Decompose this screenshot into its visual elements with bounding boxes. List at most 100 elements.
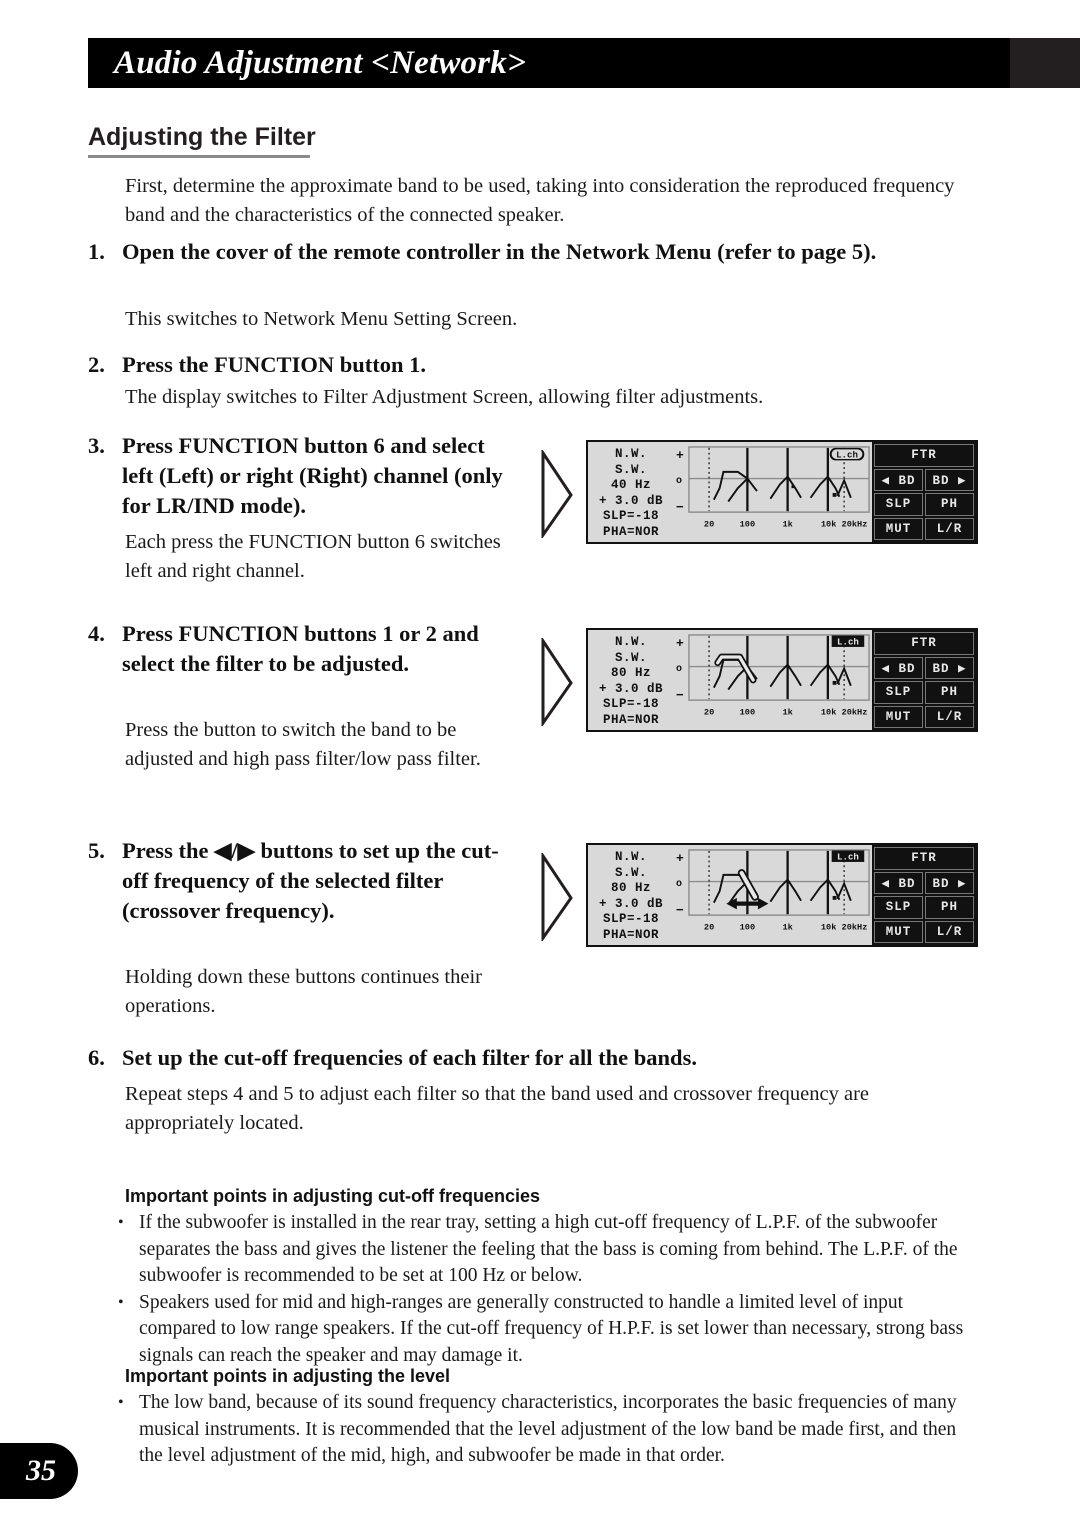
lcd-screen-3: N.W. S.W. 80 Hz + 3.0 dB SLP=-18 PHA=NOR… [586,843,978,947]
lcd-3-axis-minus: − [676,903,684,918]
lcd-3-tick-0: 20 [704,922,714,932]
lcd-2-status-labels: N.W. S.W. 80 Hz + 3.0 dB SLP=-18 PHA=NOR [588,630,674,730]
lcd-2-button-slp[interactable]: SLP [874,681,923,704]
step-2-title: Press the FUNCTION button 1. [122,352,426,377]
lcd-1-tick-3: 10k 20kHz [821,519,867,529]
lcd-2-button-ph[interactable]: PH [925,681,974,704]
intro-paragraph: First, determine the approximate band to… [125,175,955,226]
lcd-2-tick-0: 20 [704,707,714,717]
lcd-1-button-ph[interactable]: PH [925,493,974,516]
svg-text:L.ch: L.ch [837,637,859,648]
notes-bullets-cutoff: • If the subwoofer is installed in the r… [118,1210,978,1369]
lcd-screen-2: N.W. S.W. 80 Hz + 3.0 dB SLP=-18 PHA=NOR… [586,628,978,732]
lcd-1-button-ftr[interactable]: FTR [874,444,974,467]
lcd-2-axis-zero: o [676,664,683,675]
step-1-body: This switches to Network Menu Setting Sc… [125,308,518,330]
lcd-3-graph-area: + o − 20 100 1k 10k 20kHz L.ch [674,845,872,945]
step-2: 2. Press the FUNCTION button 1. [88,350,978,380]
lcd-2-button-bd-left[interactable]: ◀ BD [874,656,923,679]
step-4-number: 4. [88,621,105,646]
lcd-3-channel-badge: L.ch [831,850,865,863]
lcd-1-tick-2: 1k [782,519,792,529]
lcd-1-tick-1: 100 [740,519,755,529]
pointer-triangle-icon [541,638,573,726]
lcd-3-label-3: + 3.0 dB [598,896,663,911]
lcd-2-tick-1: 100 [740,707,755,717]
step-6-number: 6. [88,1045,105,1070]
lcd-2-graph-svg: 20 100 1k 10k 20kHz L.ch [688,634,870,718]
lcd-2-button-bd-right[interactable]: BD ▶ [925,656,974,679]
figure-filter-screen-3: N.W. S.W. 80 Hz + 3.0 dB SLP=-18 PHA=NOR… [540,843,978,947]
lcd-1-button-mut[interactable]: MUT [874,517,923,540]
lcd-3-tick-3: 10k 20kHz [821,922,867,932]
bullet-dot-icon: • [118,1214,124,1231]
lcd-2-channel-badge: L.ch [831,635,865,648]
lcd-3-button-bd-left[interactable]: ◀ BD [874,871,923,894]
list-item: • Speakers used for mid and high-ranges … [118,1290,978,1370]
lcd-1-buttons: FTR ◀ BD BD ▶ SLP PH MUT L/R [872,442,976,542]
pointer-triangle-icon [541,450,573,538]
pointer-triangle-icon [541,853,573,941]
lcd-screen-1: N.W. S.W. 40 Hz + 3.0 dB SLP=-18 PHA=NOR… [586,440,978,544]
lcd-3-axis-plus: + [676,851,684,866]
lcd-3-button-bd-right[interactable]: BD ▶ [925,871,974,894]
lcd-2-axis-minus: − [676,688,684,703]
lcd-2-label-1: S.W. [614,650,647,665]
lcd-1-button-bd-right[interactable]: BD ▶ [925,468,974,491]
lcd-3-axis-marks: + o − [674,845,688,945]
page-header-bar: Audio Adjustment <Network> [88,38,1080,88]
lcd-2-axis-marks: + o − [674,630,688,730]
lcd-1-axis-plus: + [676,448,684,463]
step-3-number: 3. [88,433,105,458]
lcd-1-tick-0: 20 [704,519,714,529]
lcd-2-button-ftr[interactable]: FTR [874,632,974,655]
step-3: 3. Press FUNCTION button 6 and select le… [88,431,518,521]
lcd-3-tick-1: 100 [740,922,755,932]
list-item: • The low band, because of its sound fre… [118,1390,978,1470]
lcd-1-graph: 20 100 1k 10k 20kHz L.ch [688,446,870,538]
lcd-1-axis-marks: + o − [674,442,688,542]
lcd-3-label-0: N.W. [614,850,647,864]
lcd-2-button-mut[interactable]: MUT [874,705,923,728]
step-5-title: Press the ◀/▶ buttons to set up the cut-… [122,838,499,923]
lcd-1-label-5: PHA=NOR [602,524,659,539]
lcd-3-tick-2: 1k [782,922,792,932]
svg-text:L.ch: L.ch [837,852,859,863]
page-number: 35 [26,1454,56,1487]
lcd-1-button-bd-left[interactable]: ◀ BD [874,468,923,491]
step-5: 5. Press the ◀/▶ buttons to set up the c… [88,836,518,926]
lcd-3-graph: 20 100 1k 10k 20kHz L.ch [688,849,870,941]
lcd-1-graph-area: + o − 20 100 1k 10k 20kHz L.ch [674,442,872,542]
section-heading: Adjusting the Filter [88,123,316,151]
lcd-1-label-3: + 3.0 dB [598,493,663,508]
lcd-1-button-slp[interactable]: SLP [874,493,923,516]
svg-text:L.ch: L.ch [836,449,858,460]
lcd-3-label-2: 80 Hz [610,881,651,895]
list-item: • If the subwoofer is installed in the r… [118,1210,978,1290]
step-5-body: Holding down these buttons continues the… [125,966,482,1017]
lcd-3-button-slp[interactable]: SLP [874,896,923,919]
lcd-3-label-5: PHA=NOR [602,927,659,942]
lcd-3-button-lr[interactable]: L/R [925,920,974,943]
step-1-title: Open the cover of the remote controller … [122,239,877,264]
section-heading-rule [88,155,310,158]
lcd-2-buttons: FTR ◀ BD BD ▶ SLP PH MUT L/R [872,630,976,730]
lcd-2-label-0: N.W. [614,635,647,649]
lcd-3-buttons: FTR ◀ BD BD ▶ SLP PH MUT L/R [872,845,976,945]
notes-cutoff-bullet-1: Speakers used for mid and high-ranges ar… [139,1291,964,1366]
lcd-1-axis-zero: o [676,476,683,487]
lcd-1-label-0: N.W. [614,447,647,461]
lcd-2-tick-3: 10k 20kHz [821,707,867,717]
step-6-body: Repeat steps 4 and 5 to adjust each filt… [125,1083,870,1134]
lcd-1-axis-minus: − [676,500,684,515]
lcd-3-axis-zero: o [676,879,683,890]
lcd-3-graph-svg: 20 100 1k 10k 20kHz L.ch [688,849,870,933]
lcd-3-button-ftr[interactable]: FTR [874,847,974,870]
step-2-body: The display switches to Filter Adjustmen… [125,386,764,408]
lcd-3-button-ph[interactable]: PH [925,896,974,919]
lcd-3-button-mut[interactable]: MUT [874,920,923,943]
lcd-2-button-lr[interactable]: L/R [925,705,974,728]
lcd-1-button-lr[interactable]: L/R [925,517,974,540]
notes-bullets-level: • The low band, because of its sound fre… [118,1390,978,1470]
lcd-3-label-1: S.W. [614,865,647,880]
